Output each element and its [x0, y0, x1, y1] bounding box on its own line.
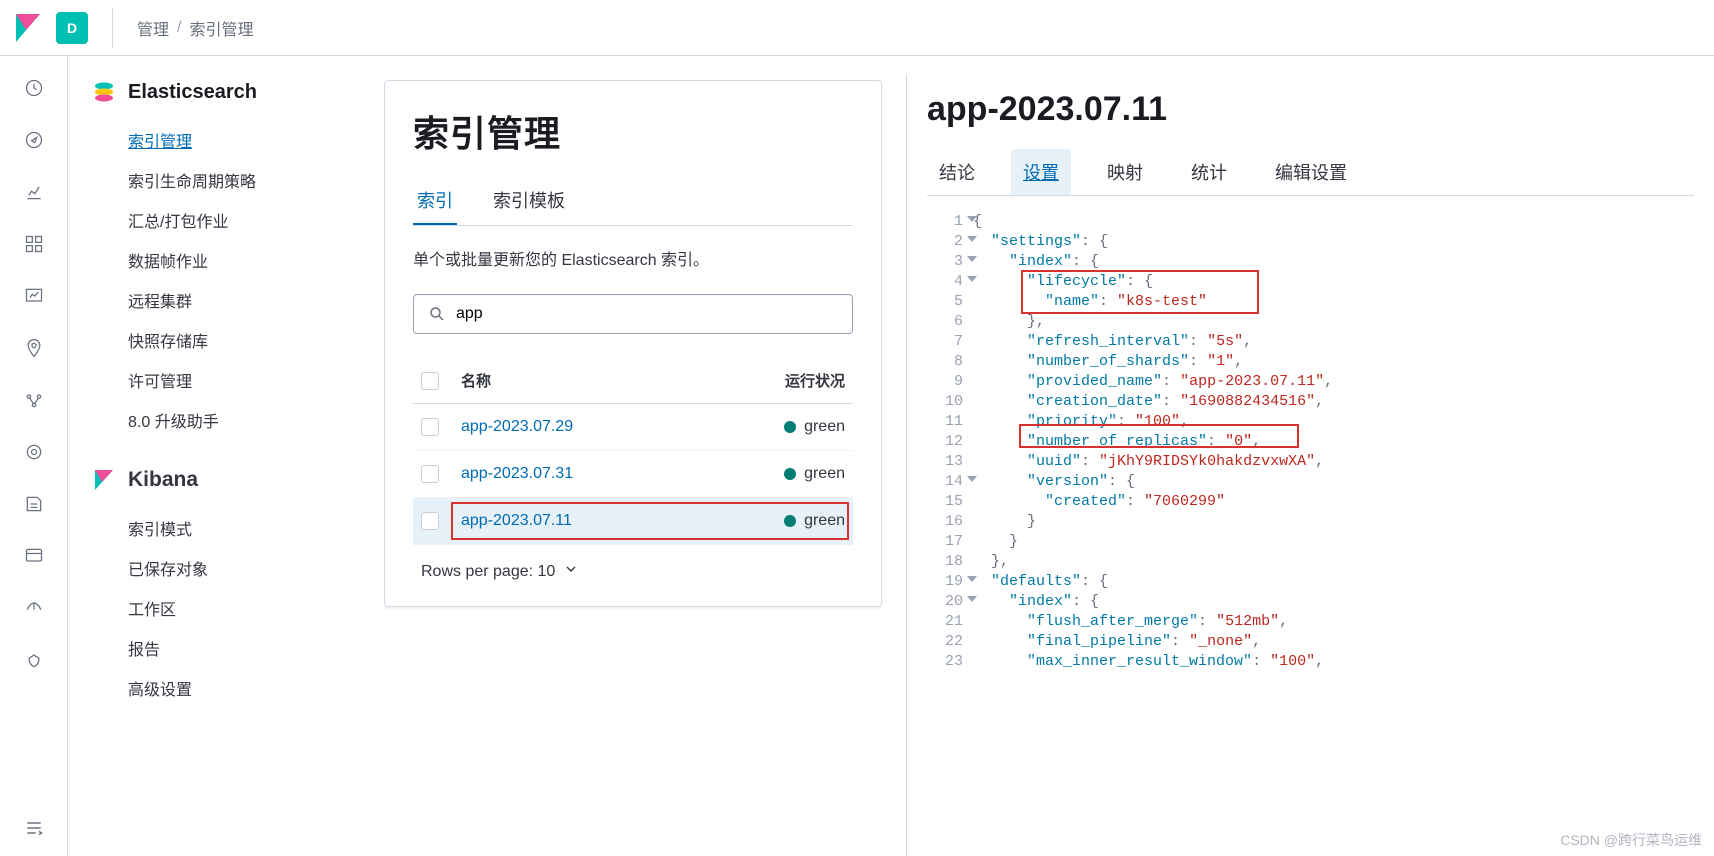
table-row[interactable]: app-2023.07.11 green: [413, 498, 853, 545]
sidebar: Elasticsearch 索引管理 索引生命周期策略 汇总/打包作业 数据帧作…: [68, 56, 384, 856]
pager[interactable]: Rows per page: 10: [413, 545, 853, 586]
row-checkbox[interactable]: [421, 418, 439, 436]
pager-label: Rows per page: 10: [421, 563, 555, 581]
collapse-icon[interactable]: [22, 816, 46, 840]
ml-icon[interactable]: [22, 388, 46, 412]
breadcrumb-item: 索引管理: [189, 16, 253, 40]
status-cell: green: [735, 418, 845, 436]
space-badge[interactable]: D: [56, 12, 88, 44]
tab-templates[interactable]: 索引模板: [489, 177, 569, 225]
dtab-settings[interactable]: 设置: [1011, 149, 1071, 195]
nav-license[interactable]: 许可管理: [128, 360, 360, 400]
dtab-summary[interactable]: 结论: [927, 149, 987, 195]
main-panel: 索引管理 索引 索引模板 单个或批量更新您的 Elasticsearch 索引。…: [384, 80, 882, 607]
recent-icon[interactable]: [22, 76, 46, 100]
header-divider: [112, 8, 113, 48]
watermark: CSDN @跨行菜鸟运维: [1560, 830, 1702, 850]
chevron-down-icon[interactable]: [563, 561, 579, 582]
search-box[interactable]: [413, 294, 853, 334]
nav-transforms[interactable]: 数据帧作业: [128, 240, 360, 280]
page-title: 索引管理: [413, 105, 853, 157]
table-header: 名称 运行状况: [413, 358, 853, 404]
nav-ilm[interactable]: 索引生命周期策略: [128, 160, 360, 200]
nav-upgrade[interactable]: 8.0 升级助手: [128, 400, 360, 440]
detail-tabs: 结论 设置 映射 统计 编辑设置: [927, 149, 1694, 196]
nav-saved-objects[interactable]: 已保存对象: [128, 548, 360, 588]
section-elasticsearch: Elasticsearch: [92, 80, 360, 104]
top-header: D 管理 / 索引管理: [0, 0, 1714, 56]
maps-icon[interactable]: [22, 336, 46, 360]
nav-index-patterns[interactable]: 索引模式: [128, 508, 360, 548]
logs-icon[interactable]: [22, 492, 46, 516]
nav-remote-clusters[interactable]: 远程集群: [128, 280, 360, 320]
siem-icon[interactable]: [22, 648, 46, 672]
nav-index-management[interactable]: 索引管理: [128, 120, 360, 160]
row-checkbox[interactable]: [421, 512, 439, 530]
table-row[interactable]: app-2023.07.31 green: [413, 451, 853, 498]
col-name[interactable]: 名称: [461, 370, 735, 391]
elasticsearch-logo-icon: [92, 80, 116, 104]
tab-indices[interactable]: 索引: [413, 177, 457, 225]
detail-title: app-2023.07.11: [927, 90, 1694, 129]
status-cell: green: [735, 465, 845, 483]
uptime-icon[interactable]: [22, 596, 46, 620]
nav-list-es: 索引管理 索引生命周期策略 汇总/打包作业 数据帧作业 远程集群 快照存储库 许…: [92, 120, 360, 440]
dashboard-icon[interactable]: [22, 232, 46, 256]
section-title: Elasticsearch: [128, 81, 257, 104]
nav-snapshot[interactable]: 快照存储库: [128, 320, 360, 360]
nav-list-kibana: 索引模式 已保存对象 工作区 报告 高级设置: [92, 508, 360, 708]
status-dot-icon: [784, 468, 796, 480]
index-table: 名称 运行状况 app-2023.07.29 green app-2023.07…: [413, 358, 853, 545]
detail-flyout: app-2023.07.11 结论 设置 映射 统计 编辑设置 1{2 "set…: [906, 74, 1714, 856]
canvas-icon[interactable]: [22, 284, 46, 308]
kibana-logo-icon[interactable]: [12, 12, 44, 44]
visualize-icon[interactable]: [22, 180, 46, 204]
index-link[interactable]: app-2023.07.11: [461, 512, 572, 529]
search-input[interactable]: [456, 305, 838, 323]
main-tabs: 索引 索引模板: [413, 177, 853, 226]
kibana-section-logo-icon: [92, 468, 116, 492]
breadcrumb-item[interactable]: 管理: [137, 16, 169, 40]
dtab-mapping[interactable]: 映射: [1095, 149, 1155, 195]
index-link[interactable]: app-2023.07.31: [461, 465, 573, 482]
col-status[interactable]: 运行状况: [735, 370, 845, 391]
nav-rollup[interactable]: 汇总/打包作业: [128, 200, 360, 240]
compass-icon[interactable]: [22, 128, 46, 152]
status-cell: green: [735, 512, 845, 530]
status-dot-icon: [784, 515, 796, 527]
section-kibana: Kibana: [92, 468, 360, 492]
nav-reporting[interactable]: 报告: [128, 628, 360, 668]
index-link[interactable]: app-2023.07.29: [461, 418, 573, 435]
search-icon: [428, 305, 446, 323]
page-description: 单个或批量更新您的 Elasticsearch 索引。: [413, 246, 853, 270]
dtab-edit[interactable]: 编辑设置: [1263, 149, 1359, 195]
infrastructure-icon[interactable]: [22, 440, 46, 464]
section-title: Kibana: [128, 468, 198, 492]
table-row[interactable]: app-2023.07.29 green: [413, 404, 853, 451]
select-all-checkbox[interactable]: [421, 372, 439, 390]
dtab-stats[interactable]: 统计: [1179, 149, 1239, 195]
status-dot-icon: [784, 421, 796, 433]
row-checkbox[interactable]: [421, 465, 439, 483]
nav-advanced[interactable]: 高级设置: [128, 668, 360, 708]
json-editor[interactable]: 1{2 "settings": {3 "index": {4 "lifecycl…: [927, 212, 1694, 672]
breadcrumb: 管理 / 索引管理: [137, 16, 253, 40]
breadcrumb-separator: /: [177, 19, 181, 37]
icon-rail: [0, 56, 68, 856]
nav-spaces[interactable]: 工作区: [128, 588, 360, 628]
apm-icon[interactable]: [22, 544, 46, 568]
